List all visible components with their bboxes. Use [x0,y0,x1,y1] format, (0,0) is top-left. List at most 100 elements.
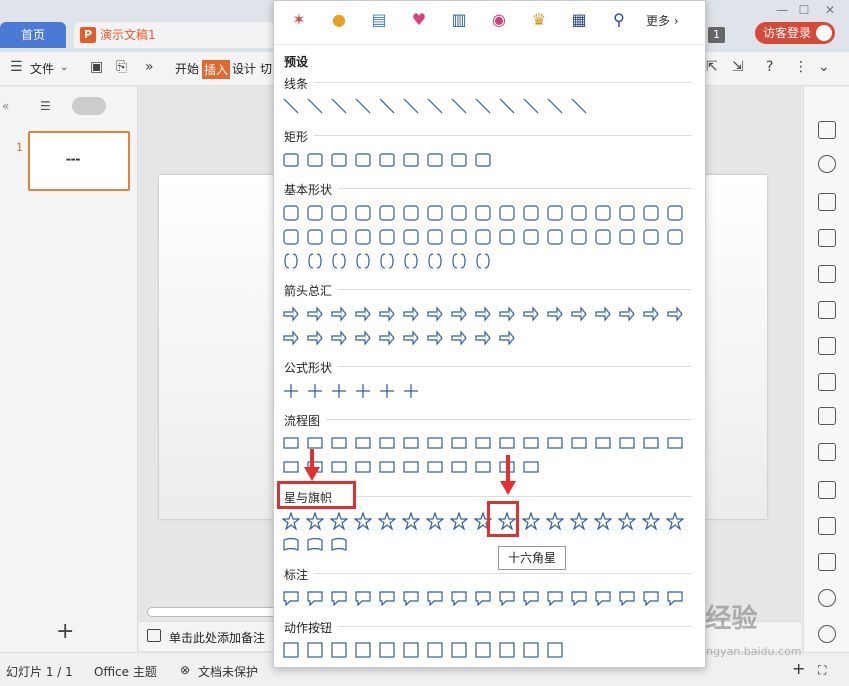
chart-icon[interactable]: ▤ [368,9,390,31]
shape-flow-icon[interactable] [522,458,540,476]
shape-bracket-icon[interactable] [474,252,492,270]
shape-line-icon[interactable] [474,97,492,115]
shape-formula-icon[interactable] [354,382,372,400]
collapse-icon[interactable]: ⌄ [818,59,830,75]
shape-flow-icon[interactable] [450,458,468,476]
shape-basic-icon[interactable] [306,228,324,246]
close-icon[interactable]: ✕ [820,2,840,18]
shape-line-icon[interactable] [570,97,588,115]
shape-basic-icon[interactable] [546,204,564,222]
shape-callout-icon[interactable] [522,589,540,607]
shape-flow-icon[interactable] [522,434,540,452]
shape-basic-icon[interactable] [402,204,420,222]
shape-arrow-icon[interactable] [546,305,564,323]
zoom-in-icon[interactable]: + [792,659,805,678]
shape-arrow-icon[interactable] [378,329,396,347]
shape-flow-icon[interactable] [498,434,516,452]
shape-basic-icon[interactable] [642,228,660,246]
shape-arrow-icon[interactable] [522,305,540,323]
trophy-icon[interactable]: ♛ [528,9,550,31]
shape-action-icon[interactable] [522,641,540,659]
shape-callout-icon[interactable] [426,589,444,607]
format-painter-icon[interactable]: ⎘ [116,59,127,75]
shape-action-icon[interactable] [306,641,324,659]
shape-line-icon[interactable] [546,97,564,115]
shape-flow-icon[interactable] [402,458,420,476]
shape-callout-icon[interactable] [402,589,420,607]
shape-flow-icon[interactable] [570,434,588,452]
shape-basic-icon[interactable] [378,204,396,222]
shape-basic-icon[interactable] [498,228,516,246]
shape-flow-icon[interactable] [282,434,300,452]
shape-bracket-icon[interactable] [306,252,324,270]
menu-cut[interactable]: 切 [260,60,272,77]
shape-flow-icon[interactable] [354,458,372,476]
shape-action-icon[interactable] [378,641,396,659]
shape-star-icon[interactable] [666,512,684,530]
shape-star-icon[interactable] [618,512,636,530]
shape-basic-icon[interactable] [570,204,588,222]
shape-flag-icon[interactable] [306,536,324,554]
sidebar-image-icon[interactable] [818,373,836,391]
sidebar-picture-icon[interactable] [818,481,836,499]
shape-basic-icon[interactable] [522,204,540,222]
menu-file[interactable]: 文件 [30,60,54,77]
shape-callout-icon[interactable] [306,589,324,607]
shape-flow-icon[interactable] [426,458,444,476]
shape-formula-icon[interactable] [402,382,420,400]
shape-arrow-icon[interactable] [474,329,492,347]
shape-callout-icon[interactable] [546,589,564,607]
shape-callout-icon[interactable] [666,589,684,607]
shape-action-icon[interactable] [474,641,492,659]
sidebar-help-icon[interactable] [818,625,836,643]
shape-star-icon[interactable] [354,512,372,530]
export-icon[interactable]: ⇲ [732,59,744,75]
shape-callout-icon[interactable] [282,589,300,607]
firework-icon[interactable]: ✶ [288,9,310,31]
shape-bracket-icon[interactable] [330,252,348,270]
shape-line-icon[interactable] [450,97,468,115]
sidebar-shape-icon[interactable] [818,155,836,173]
minimize-icon[interactable]: — [772,2,792,18]
sidebar-fill-icon[interactable] [818,193,836,211]
add-slide-icon[interactable]: + [56,619,74,644]
shape-flow-icon[interactable] [546,434,564,452]
sidebar-share-icon[interactable] [818,407,836,425]
shape-bracket-icon[interactable] [402,252,420,270]
shape-rect-icon[interactable] [474,151,492,169]
shape-line-icon[interactable] [378,97,396,115]
shape-star-icon[interactable] [402,512,420,530]
shape-rect-icon[interactable] [282,151,300,169]
shape-flow-icon[interactable] [330,434,348,452]
shape-action-icon[interactable] [330,641,348,659]
shape-rect-icon[interactable] [354,151,372,169]
shape-rect-icon[interactable] [330,151,348,169]
sidebar-tool-icon[interactable] [818,121,836,139]
shape-arrow-icon[interactable] [570,305,588,323]
heart-icon[interactable]: ♥ [408,9,430,31]
shape-basic-icon[interactable] [402,228,420,246]
shape-basic-icon[interactable] [570,228,588,246]
shape-line-icon[interactable] [426,97,444,115]
shape-arrow-icon[interactable] [282,305,300,323]
menu-insert[interactable]: 插入 [202,60,231,79]
shape-callout-icon[interactable] [354,589,372,607]
shape-formula-icon[interactable] [306,382,324,400]
shape-star-icon[interactable] [378,512,396,530]
shape-rect-icon[interactable] [426,151,444,169]
shape-star-icon[interactable] [426,512,444,530]
shape-rect-icon[interactable] [450,151,468,169]
shape-line-icon[interactable] [522,97,540,115]
menu-start[interactable]: 开始 [175,60,199,77]
shape-arrow-icon[interactable] [306,305,324,323]
shape-basic-icon[interactable] [666,204,684,222]
fit-icon[interactable]: ⛶ [818,663,826,678]
shape-star-icon[interactable] [306,512,324,530]
shape-action-icon[interactable] [498,641,516,659]
shape-flow-icon[interactable] [666,434,684,452]
shape-arrow-icon[interactable] [618,305,636,323]
shape-arrow-icon[interactable] [402,329,420,347]
outline-view-icon[interactable]: ☰ [40,99,51,113]
sidebar-box-icon[interactable] [818,443,836,461]
shape-action-icon[interactable] [354,641,372,659]
